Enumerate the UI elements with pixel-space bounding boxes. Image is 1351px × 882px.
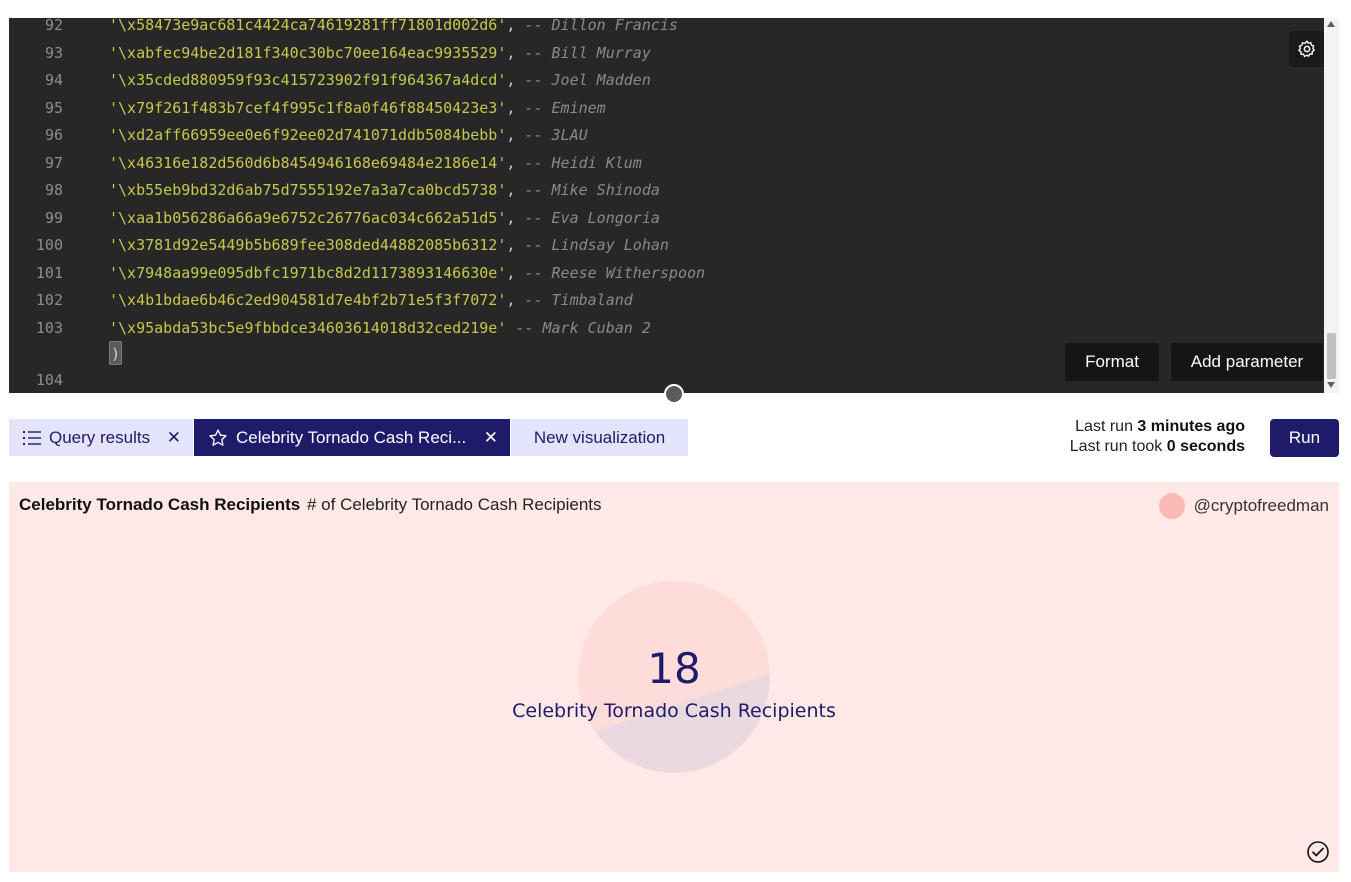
code-string: '\x3781d92e5449b5b689fee308ded44882085b6…	[109, 236, 507, 254]
code-string: '\x35cded880959f93c415723902f91f964367a4…	[109, 71, 507, 89]
line-number: 95	[44, 98, 63, 117]
gear-icon	[1298, 40, 1315, 58]
scroll-up-icon[interactable]	[1327, 21, 1335, 27]
code-punctuation: ,	[506, 98, 516, 117]
code-comment: -- 3LAU	[524, 126, 588, 144]
code-punctuation: ,	[506, 43, 516, 62]
code-punctuation: ,	[506, 236, 516, 254]
code-punctuation: ,	[506, 208, 516, 227]
star-icon	[208, 428, 228, 448]
format-button[interactable]: Format	[1065, 343, 1159, 381]
code-line: 94 '\x35cded880959f93c415723902f91f964367…	[9, 67, 1319, 94]
settings-button[interactable]	[1289, 31, 1325, 67]
code-punctuation: ,	[506, 291, 516, 309]
code-line: 103 '\x95abda53bc5e9fbbdce34603614018d32c…	[9, 315, 1319, 342]
code-comment: -- Heidi Klum	[524, 153, 642, 172]
code-comment: -- Lindsay Lohan	[524, 236, 669, 254]
code-line: 98 '\xb55eb9bd32d6ab75d7555192e7a3a7ca0bc…	[9, 177, 1319, 204]
editor-scrollbar[interactable]	[1324, 18, 1339, 393]
line-number: 100	[35, 236, 63, 254]
tab-label: New visualization	[533, 427, 666, 447]
new-visualization-button[interactable]: New visualization	[511, 419, 688, 456]
author-link[interactable]: @cryptofreedman	[1158, 493, 1329, 519]
tab-label: Query results	[49, 427, 151, 447]
code-comment: -- Bill Murray	[524, 43, 651, 62]
close-icon[interactable]: ✕	[167, 428, 181, 448]
line-number: 93	[44, 43, 63, 62]
code-string: '\xd2aff66959ee0e6f92ee02d741071ddb5084b…	[109, 126, 507, 144]
line-number: 98	[44, 181, 63, 199]
code-comment: -- Eva Longoria	[524, 208, 660, 227]
code-comment: -- Mike Shinoda	[524, 181, 660, 199]
code-string: '\x95abda53bc5e9fbbdce34603614018d32ced2…	[109, 318, 507, 337]
check-circle-icon	[1307, 841, 1329, 863]
viz-subtitle: # of Celebrity Tornado Cash Recipients	[307, 495, 602, 514]
code-line: 95 '\x79f261f483b7cef4f995c1f8a0f46f88450…	[9, 95, 1319, 122]
code-string: '\x4b1bdae6b46c2ed904581d7e4bf2b71e5f3f7…	[109, 291, 507, 309]
run-button[interactable]: Run	[1270, 419, 1339, 457]
code-punctuation: ,	[506, 263, 516, 282]
last-run-info: Last run 3 minutes ago Last run took 0 s…	[1070, 417, 1245, 457]
code-string: '\xb55eb9bd32d6ab75d7555192e7a3a7ca0bcd5…	[109, 181, 507, 199]
code-comment: -- Eminem	[524, 98, 606, 117]
resize-handle[interactable]	[664, 384, 684, 404]
line-number: 97	[44, 153, 63, 172]
closing-paren: )	[109, 341, 123, 365]
code-string: '\x79f261f483b7cef4f995c1f8a0f46f8845042…	[109, 98, 507, 117]
code-line: 101 '\x7948aa99e095dbfc1971bc8d2d11738931…	[9, 260, 1319, 287]
code-string: '\x46316e182d560d6b8454946168e69484e2186…	[109, 153, 507, 172]
list-icon	[23, 430, 41, 446]
code-string: '\xabfec94be2d181f340c30bc70ee164eac9935…	[109, 43, 507, 62]
code-string: '\xaa1b056286a66a9e6752c26776ac034c662a5…	[109, 208, 507, 227]
code-punctuation: ,	[506, 126, 516, 144]
line-number: 92	[44, 18, 63, 34]
scroll-down-icon[interactable]	[1327, 382, 1335, 388]
code-line: 97 '\x46316e182d560d6b8454946168e69484e21…	[9, 150, 1319, 177]
code-comment: -- Timbaland	[524, 291, 633, 309]
line-number: 94	[44, 71, 63, 89]
code-comment: -- Dillon Francis	[524, 18, 678, 34]
code-line: 100 '\x3781d92e5449b5b689fee308ded4488208…	[9, 232, 1319, 259]
code-punctuation: ,	[506, 18, 516, 34]
code-string: '\x58473e9ac681c4424ca74619281ff71801d00…	[109, 18, 507, 34]
code-punctuation: ,	[506, 71, 516, 89]
visualization-panel: Celebrity Tornado Cash Recipients # of C…	[9, 482, 1339, 872]
code-line: 93 '\xabfec94be2d181f340c30bc70ee164eac99…	[9, 40, 1319, 67]
author-name: @cryptofreedman	[1193, 496, 1329, 515]
code-punctuation: ,	[506, 153, 516, 172]
code-comment: -- Joel Madden	[524, 71, 651, 89]
code-line: 92 '\x58473e9ac681c4424ca74619281ff71801d…	[9, 18, 1319, 39]
last-run-took-value: 0 seconds	[1166, 438, 1245, 455]
add-parameter-button[interactable]: Add parameter	[1171, 343, 1323, 381]
tab-query-results[interactable]: Query results ✕	[9, 419, 193, 456]
sql-editor[interactable]: 92 '\x58473e9ac681c4424ca74619281ff71801d…	[9, 18, 1339, 393]
code-string: '\x7948aa99e095dbfc1971bc8d2d11738931466…	[109, 263, 507, 282]
scroll-thumb[interactable]	[1327, 333, 1336, 379]
last-run-value: 3 minutes ago	[1137, 418, 1245, 435]
code-punctuation: ,	[506, 181, 516, 199]
line-number: 103	[35, 318, 63, 337]
last-run-prefix: Last run	[1075, 418, 1133, 435]
code-line: 102 '\x4b1bdae6b46c2ed904581d7e4bf2b71e5f…	[9, 287, 1319, 314]
line-number: 102	[35, 291, 63, 309]
avatar	[1158, 493, 1185, 519]
line-number: 96	[44, 126, 63, 144]
counter-value: 18	[647, 644, 701, 693]
code-line: 99 '\xaa1b056286a66a9e6752c26776ac034c662…	[9, 205, 1319, 232]
tab-celebrity-viz[interactable]: Celebrity Tornado Cash Reci... ✕	[194, 419, 510, 456]
counter-label: Celebrity Tornado Cash Recipients	[512, 700, 836, 722]
line-number: 104	[35, 371, 63, 389]
code-line: 96 '\xd2aff66959ee0e6f92ee02d741071ddb508…	[9, 122, 1319, 149]
line-number: 101	[35, 263, 63, 282]
code-comment: -- Mark Cuban 2	[515, 318, 651, 337]
close-icon[interactable]: ✕	[484, 428, 498, 448]
line-number: 99	[44, 208, 63, 227]
last-run-took-prefix: Last run took	[1069, 438, 1163, 455]
code-comment: -- Reese Witherspoon	[524, 263, 706, 282]
viz-title: Celebrity Tornado Cash Recipients	[19, 495, 301, 514]
tab-label: Celebrity Tornado Cash Reci...	[236, 427, 467, 447]
